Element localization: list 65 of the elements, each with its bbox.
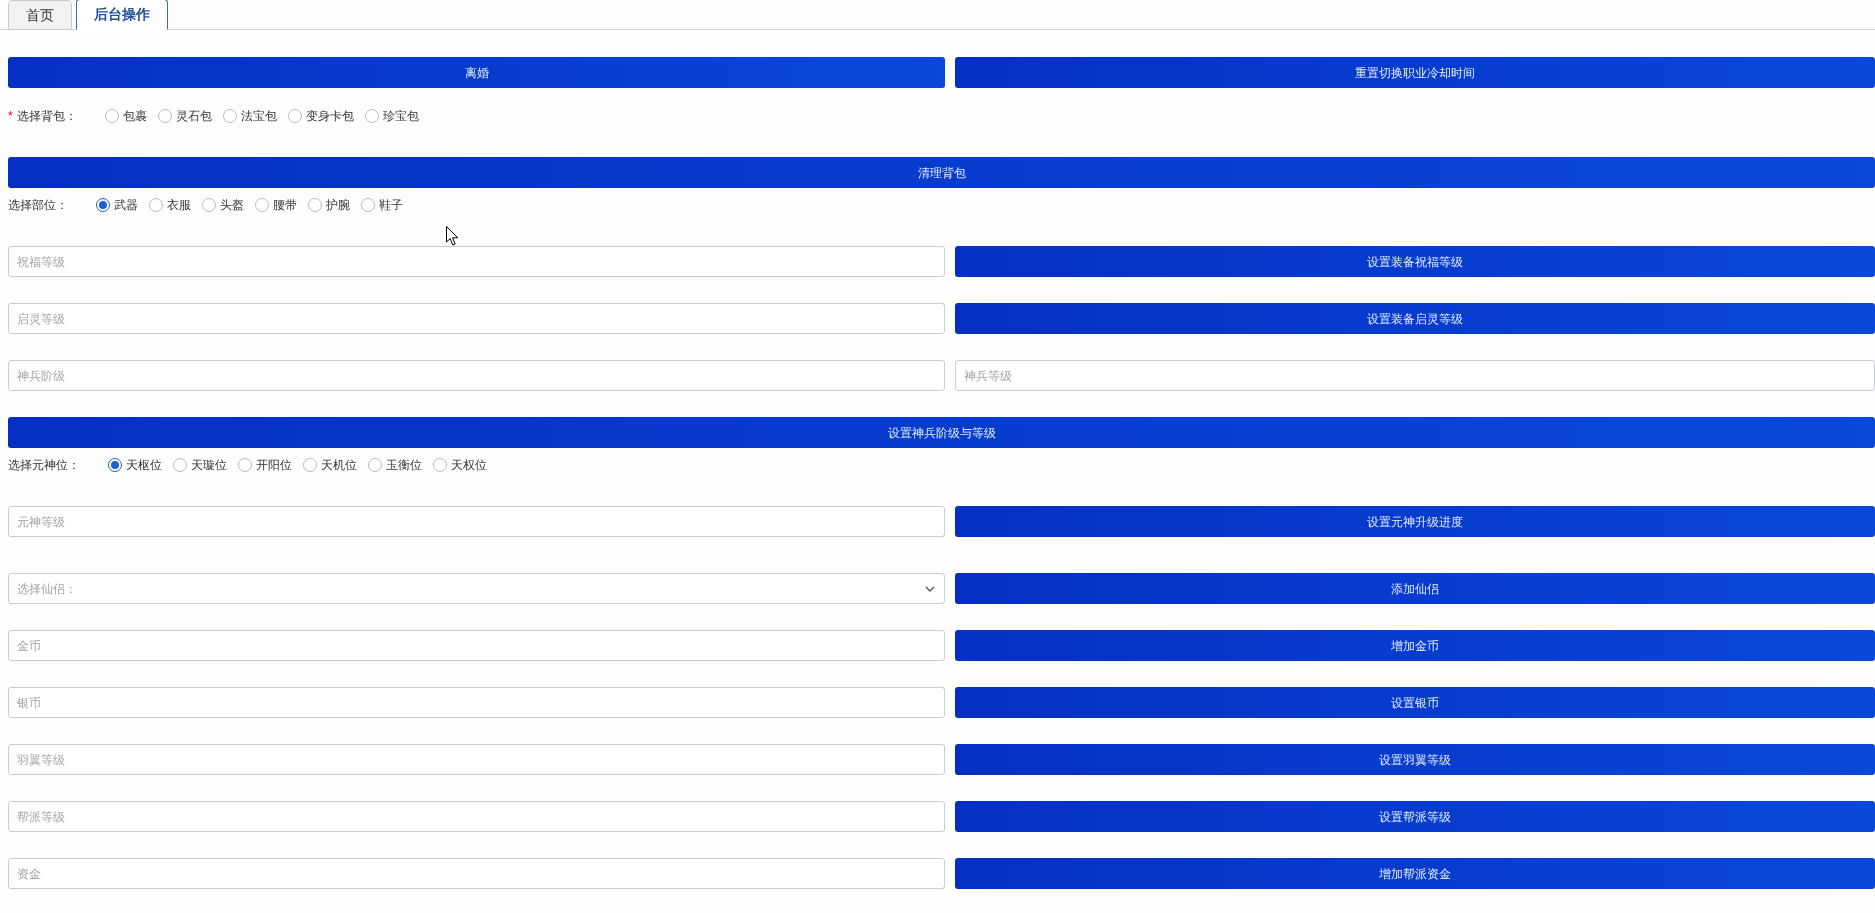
chevron-down-icon [925,585,935,592]
radio-button[interactable] [361,198,375,212]
action-button[interactable]: 清理背包 [8,157,1875,188]
input-field[interactable]: 神兵等级 [955,360,1875,391]
input-field[interactable]: 祝福等级 [8,246,945,277]
radio-label[interactable]: 天权位 [451,456,487,474]
tab[interactable]: 首页 [8,0,72,30]
field-label: 选择部位： [8,197,68,214]
action-button[interactable]: 离婚 [8,57,945,88]
radio-button[interactable] [149,198,163,212]
action-button[interactable]: 设置元神升级进度 [955,506,1875,537]
action-button[interactable]: 设置装备祝福等级 [955,246,1875,277]
radio-label[interactable]: 变身卡包 [305,107,354,125]
field-label: 选择背包： [16,108,77,125]
radio-button[interactable] [108,458,122,472]
input-field[interactable]: 资金 [8,858,945,889]
input-field[interactable]: 羽翼等级 [8,744,945,775]
radio-button[interactable] [287,109,302,123]
required-mark: * [8,108,13,125]
radio-label[interactable]: 衣服 [167,196,191,214]
radio-button[interactable] [433,458,447,472]
radio-label[interactable]: 法宝包 [240,107,277,125]
pointer-cursor-icon [446,226,459,246]
action-button[interactable]: 增加帮派资金 [955,858,1875,889]
radio-button[interactable] [157,109,172,123]
radio-label[interactable]: 天璇位 [191,456,227,474]
radio-button[interactable] [303,458,317,472]
input-field[interactable]: 元神等级 [8,506,945,537]
field-label: 选择元神位： [8,457,80,474]
tab[interactable]: 后台操作 [76,0,168,30]
radio-label[interactable]: 玉衡位 [386,456,422,474]
radio-button[interactable] [368,458,382,472]
radio-label[interactable]: 武器 [114,196,138,214]
radio-button[interactable] [308,198,322,212]
radio-label[interactable]: 鞋子 [379,196,403,214]
radio-button[interactable] [202,198,216,212]
action-button[interactable]: 增加金币 [955,630,1875,661]
action-button[interactable]: 设置神兵阶级与等级 [8,417,1875,448]
radio-label[interactable]: 腰带 [273,196,297,214]
radio-label[interactable]: 头盔 [220,196,244,214]
radio-button[interactable] [173,458,187,472]
action-button[interactable]: 设置羽翼等级 [955,744,1875,775]
action-button[interactable]: 设置银币 [955,687,1875,718]
radio-label[interactable]: 天枢位 [126,456,162,474]
input-field[interactable]: 帮派等级 [8,801,945,832]
radio-button[interactable] [96,198,110,212]
input-field[interactable]: 启灵等级 [8,303,945,334]
input-field[interactable]: 神兵阶级 [8,360,945,391]
radio-label[interactable]: 护腕 [326,196,350,214]
radio-label[interactable]: 天机位 [321,456,357,474]
action-button[interactable]: 重置切换职业冷却时间 [955,57,1875,88]
input-field[interactable]: 金币 [8,630,945,661]
radio-button[interactable] [255,198,269,212]
radio-button[interactable] [238,458,252,472]
radio-label[interactable]: 珍宝包 [382,107,419,125]
radio-button[interactable] [222,109,237,123]
action-button[interactable]: 添加仙侣 [955,573,1875,604]
action-button[interactable]: 设置帮派等级 [955,801,1875,832]
radio-label[interactable]: 包裹 [122,107,147,125]
radio-label[interactable]: 开阳位 [256,456,292,474]
radio-button[interactable] [364,109,379,123]
radio-label[interactable]: 灵石包 [175,107,212,125]
input-field[interactable]: 银币 [8,687,945,718]
action-button[interactable]: 设置装备启灵等级 [955,303,1875,334]
radio-button[interactable] [104,109,119,123]
